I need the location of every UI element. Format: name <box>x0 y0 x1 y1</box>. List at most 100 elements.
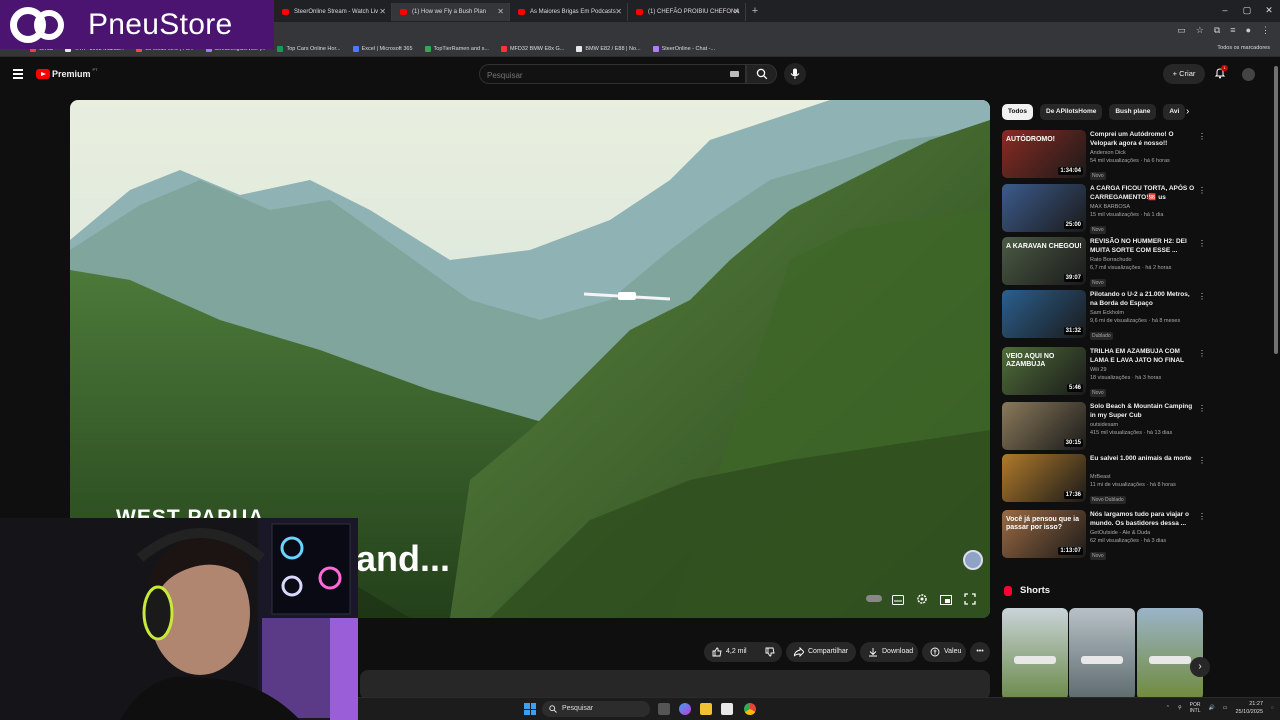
video-thumbnail[interactable]: 17:36 <box>1002 454 1086 502</box>
extensions-icon[interactable]: ⧉ <box>1214 25 1220 36</box>
file-explorer-icon[interactable] <box>700 703 712 715</box>
volume-icon[interactable]: 🔊 <box>1209 705 1215 711</box>
close-window-icon[interactable]: ✕ <box>1258 0 1280 22</box>
close-tab-icon[interactable]: ✕ <box>497 3 504 21</box>
channel-name[interactable]: Anderson Dick <box>1090 150 1196 156</box>
download-button[interactable]: Download <box>860 642 918 662</box>
channel-name[interactable]: outsidesam <box>1090 422 1196 428</box>
bookmark-item[interactable]: MFD32 BMW E8x G... <box>500 46 564 52</box>
video-thumbnail[interactable]: 30:15 <box>1002 402 1086 450</box>
recommendation-item[interactable]: Você já pensou que ia passar por isso? 1:… <box>1002 510 1206 560</box>
task-view-icon[interactable] <box>658 703 670 715</box>
subtitles-icon[interactable] <box>892 592 904 605</box>
video-title[interactable]: Solo Beach & Mountain Camping in my Supe… <box>1090 402 1196 420</box>
taskbar-search[interactable]: Pesquisar <box>542 701 650 717</box>
recommendation-item[interactable]: A KARAVAN CHEGOU! 39:07 REVISÃO NO HUMMER … <box>1002 237 1206 287</box>
more-actions-button[interactable]: ••• <box>970 642 990 662</box>
bookmark-item[interactable]: TopTierRamen and s... <box>424 46 489 52</box>
chip-channel[interactable]: De APilotsHome <box>1040 104 1103 120</box>
page-scrollbar-thumb[interactable] <box>1274 66 1278 354</box>
keyboard-icon[interactable] <box>730 71 739 77</box>
fullscreen-icon[interactable] <box>964 592 976 605</box>
chip-aviation[interactable]: Avi <box>1163 104 1186 120</box>
channel-name[interactable]: Wili 29 <box>1090 367 1196 373</box>
bookmark-item[interactable]: BMW E82 / E88 | No... <box>576 46 641 52</box>
search-button[interactable] <box>746 64 777 84</box>
channel-name[interactable]: MrBeast <box>1090 474 1196 480</box>
store-icon[interactable] <box>721 703 733 715</box>
video-title[interactable]: TRILHA EM AZAMBUJA COM LAMA E LAVA JATO … <box>1090 347 1196 365</box>
browser-tab-3[interactable]: As Maiores Brigas Em Podcasts ✕ <box>510 3 628 21</box>
video-thumbnail[interactable]: VEIO AQUI NO AZAMBUJA 5:46 <box>1002 347 1086 395</box>
video-title[interactable]: Nós largamos tudo para viajar o mundo. O… <box>1090 510 1196 528</box>
share-button[interactable]: Compartilhar <box>786 642 856 662</box>
thanks-button[interactable]: Valeu <box>922 642 966 662</box>
windows-start-icon[interactable] <box>524 703 536 715</box>
media-icon[interactable]: ≡ <box>1230 25 1235 36</box>
bookmark-item[interactable]: Excel | Microsoft 365 <box>352 46 413 52</box>
recommendation-item[interactable]: 25:00 A CARGA FICOU TORTA, APÓS O CARREGA… <box>1002 184 1206 234</box>
menu-hamburger-icon[interactable] <box>13 69 23 81</box>
shorts-next-chevron-icon[interactable]: › <box>1190 657 1210 677</box>
maximize-icon[interactable]: ▢ <box>1236 0 1258 22</box>
dislike-button[interactable] <box>758 642 782 662</box>
channel-watermark-icon[interactable] <box>963 550 983 570</box>
miniplayer-icon[interactable] <box>940 592 952 605</box>
browser-tab-4[interactable]: (1) CHEFÃO PROIBIU CHEFONA ✕ <box>628 3 746 21</box>
close-tab-icon[interactable]: ✕ <box>733 3 740 21</box>
short-video-card[interactable] <box>1137 608 1203 700</box>
close-tab-icon[interactable]: ✕ <box>615 3 622 21</box>
bookmark-item[interactable]: SteerOnline - Chat -... <box>652 46 715 52</box>
clock[interactable]: 21:27 25/10/2025 <box>1235 700 1263 716</box>
video-thumbnail[interactable]: Você já pensou que ia passar por isso? 1:… <box>1002 510 1086 558</box>
recommendation-item[interactable]: AUTÓDROMO! 1:34:04 Comprei um Autódromo! O… <box>1002 130 1206 180</box>
video-title[interactable]: REVISÃO NO HUMMER H2: DEI MUITA SORTE CO… <box>1090 237 1196 255</box>
input-language[interactable]: POR INTL <box>1190 702 1201 714</box>
video-thumbnail[interactable]: A KARAVAN CHEGOU! 39:07 <box>1002 237 1086 285</box>
video-title[interactable]: Pilotando o U-2 a 21.000 Metros, na Bord… <box>1090 290 1196 308</box>
copilot-icon[interactable] <box>679 703 691 715</box>
channel-name[interactable]: MAX BARBOSA <box>1090 204 1196 210</box>
chip-all[interactable]: Todos <box>1002 104 1034 120</box>
video-title[interactable]: Eu salvei 1.000 animais da morte <box>1090 454 1196 472</box>
tray-chevron-icon[interactable]: ⌃ <box>1166 705 1170 711</box>
autoplay-toggle[interactable] <box>866 592 882 604</box>
short-video-card[interactable] <box>1002 608 1068 700</box>
settings-gear-icon[interactable] <box>916 592 928 604</box>
menu-icon[interactable]: ⋮ <box>1261 25 1270 36</box>
more-options-icon[interactable]: ⋮ <box>1198 404 1206 413</box>
notification-center-icon[interactable]: ◌ <box>1271 705 1274 711</box>
more-options-icon[interactable]: ⋮ <box>1198 186 1206 195</box>
chip-bush-plane[interactable]: Bush plane <box>1109 104 1157 120</box>
minimize-icon[interactable]: – <box>1214 0 1236 22</box>
short-video-card[interactable] <box>1069 608 1135 700</box>
network-icon[interactable]: ▭ <box>1223 705 1228 711</box>
browser-tab-2[interactable]: (1) How we Fly a Bush Plan ✕ <box>392 3 510 21</box>
channel-name[interactable]: GetOutside - Ale & Duda <box>1090 530 1196 536</box>
account-avatar[interactable] <box>1242 68 1255 81</box>
video-thumbnail[interactable]: AUTÓDROMO! 1:34:04 <box>1002 130 1086 178</box>
youtube-logo[interactable]: Premium PT <box>36 67 98 79</box>
video-title[interactable]: Comprei um Autódromo! O Velopark agora é… <box>1090 130 1196 148</box>
profile-icon[interactable]: ● <box>1246 25 1251 36</box>
search-input[interactable] <box>480 67 720 85</box>
cast-icon[interactable]: ▭ <box>1177 25 1186 36</box>
create-button[interactable]: + Criar <box>1163 64 1205 84</box>
more-options-icon[interactable]: ⋮ <box>1198 456 1206 465</box>
more-options-icon[interactable]: ⋮ <box>1198 239 1206 248</box>
bookmark-star-icon[interactable]: ☆ <box>1196 25 1204 36</box>
recommendation-item[interactable]: VEIO AQUI NO AZAMBUJA 5:46 TRILHA EM AZAMB… <box>1002 347 1206 397</box>
voice-search-button[interactable] <box>784 63 806 85</box>
more-options-icon[interactable]: ⋮ <box>1198 349 1206 358</box>
channel-name[interactable]: Rato Borrachudo <box>1090 257 1196 263</box>
video-thumbnail[interactable]: 31:32 <box>1002 290 1086 338</box>
more-options-icon[interactable]: ⋮ <box>1198 132 1206 141</box>
video-title[interactable]: A CARGA FICOU TORTA, APÓS O CARREGAMENTO… <box>1090 184 1196 202</box>
more-options-icon[interactable]: ⋮ <box>1198 292 1206 301</box>
channel-name[interactable]: Sam Eckholm <box>1090 310 1196 316</box>
browser-tab-1[interactable]: SteerOnline Stream - Watch Liv ✕ <box>274 3 392 21</box>
more-options-icon[interactable]: ⋮ <box>1198 512 1206 521</box>
chrome-icon[interactable] <box>744 703 756 715</box>
close-tab-icon[interactable]: ✕ <box>379 3 386 21</box>
bookmark-item[interactable]: Top Cars Online Hor... <box>277 46 341 52</box>
